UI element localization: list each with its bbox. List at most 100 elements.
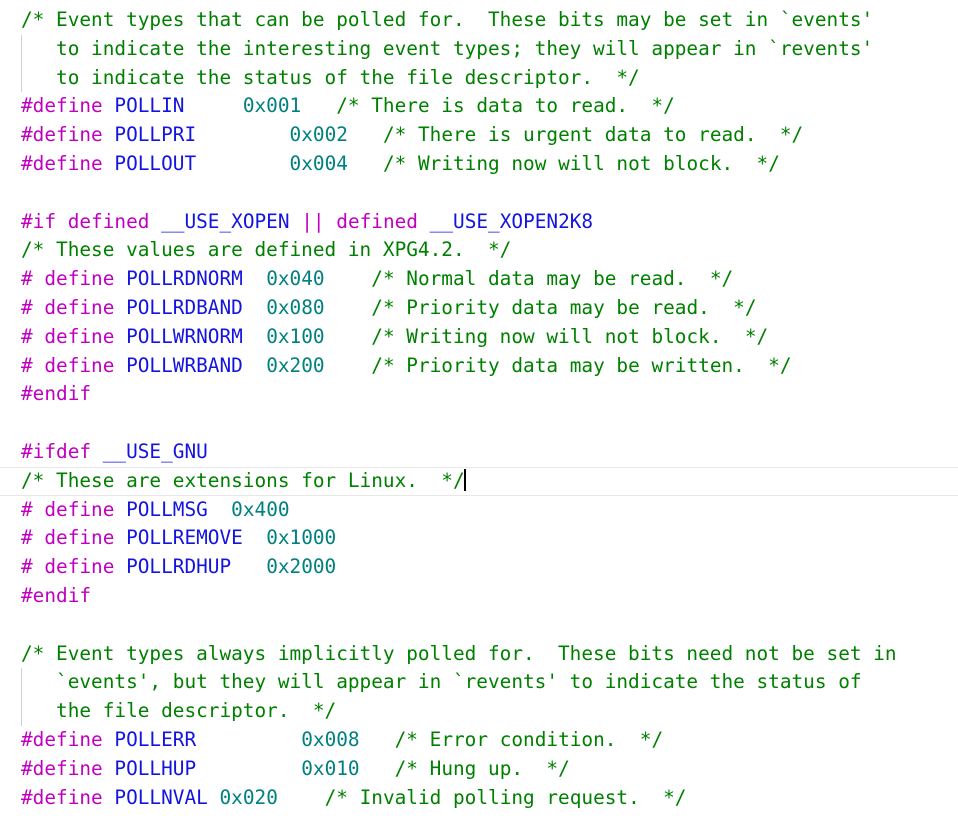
identifier-token: POLLPRI — [114, 123, 197, 147]
operator-token: || — [301, 209, 325, 233]
preprocessor-token: # define — [21, 267, 127, 291]
code-line[interactable]: # define POLLRDNORM 0x040 /* Normal data… — [0, 265, 958, 294]
identifier-token: POLLOUT — [114, 151, 197, 175]
number-token: 0x010 — [301, 756, 360, 780]
comment-token: /* Event types that can be polled for. T… — [21, 8, 874, 31]
preprocessor-token: #define — [21, 151, 115, 175]
preprocessor-token: #define — [21, 94, 115, 118]
preprocessor-token: # define — [21, 555, 127, 579]
code-line[interactable]: #if defined __USE_XOPEN || defined __USE… — [0, 208, 958, 237]
comment-token: /* Hung up. */ — [394, 756, 570, 780]
preprocessor-token: #define — [21, 785, 115, 809]
code-line[interactable]: # define POLLWRBAND 0x200 /* Priority da… — [0, 352, 958, 381]
code-line[interactable]: # define POLLRDBAND 0x080 /* Priority da… — [0, 294, 958, 323]
identifier-token: POLLWRNORM — [126, 324, 243, 348]
comment-token: /* These are extensions for Linux. */ — [21, 468, 465, 492]
code-line[interactable]: #endif — [0, 582, 958, 611]
number-token: 0x040 — [266, 267, 325, 291]
number-token: 0x1000 — [266, 526, 337, 550]
code-line[interactable]: #define POLLOUT 0x004 /* Writing now wil… — [0, 150, 958, 179]
code-line[interactable]: to indicate the interesting event types;… — [0, 34, 958, 64]
preprocessor-token: defined — [67, 209, 162, 233]
identifier-token: POLLWRBAND — [126, 353, 243, 377]
code-line[interactable]: #ifdef __USE_GNU — [0, 438, 958, 467]
code-line[interactable]: /* Event types that can be polled for. T… — [0, 6, 958, 35]
number-token: 0x008 — [301, 727, 360, 751]
code-line[interactable]: /* Event types always implicitly polled … — [0, 640, 958, 669]
code-line[interactable]: # define POLLMSG 0x400 — [0, 496, 958, 525]
code-line[interactable]: #define POLLIN 0x001 /* There is data to… — [0, 92, 958, 121]
number-token: 0x001 — [242, 94, 302, 118]
comment-token: /* Priority data may be written. */ — [371, 353, 792, 377]
code-line[interactable]: #endif — [0, 380, 958, 409]
identifier-token: POLLREMOVE — [126, 526, 243, 550]
comment-token: /* Invalid polling request. */ — [324, 785, 687, 809]
comment-token: /* These values are defined in XPG4.2. *… — [21, 238, 512, 262]
comment-token: /* Priority data may be read. */ — [371, 295, 757, 319]
identifier-token: POLLRDHUP — [126, 555, 232, 579]
comment-token: /* Error condition. */ — [394, 727, 664, 751]
preprocessor-token: #if — [21, 209, 68, 233]
code-line[interactable]: `events', but they will appear in `reven… — [0, 668, 958, 697]
code-line[interactable] — [0, 611, 958, 640]
comment-token: /* Writing now will not block. */ — [371, 324, 769, 348]
identifier-token: POLLNVAL — [114, 785, 208, 809]
number-token: 0x002 — [289, 123, 348, 147]
preprocessor-token: # define — [21, 497, 127, 521]
preprocessor-token: # define — [21, 324, 127, 348]
identifier-token: POLLRDBAND — [126, 295, 243, 319]
code-line[interactable]: # define POLLRDHUP 0x2000 — [0, 553, 958, 582]
code-line[interactable]: /* These values are defined in XPG4.2. *… — [0, 236, 958, 265]
identifier-token: POLLERR — [114, 727, 197, 751]
code-line[interactable]: #define POLLNVAL 0x020 /* Invalid pollin… — [0, 784, 958, 813]
comment-token: /* There is data to read. */ — [336, 94, 675, 118]
number-token: 0x004 — [289, 151, 348, 175]
number-token: 0x100 — [266, 324, 325, 348]
identifier-token: POLLHUP — [114, 756, 197, 780]
preprocessor-token: #define — [21, 756, 115, 780]
comment-token: to indicate the status of the file descr… — [21, 65, 640, 89]
number-token: 0x080 — [266, 295, 325, 319]
code-line-current[interactable]: /* These are extensions for Linux. */ — [0, 466, 958, 496]
identifier-token: POLLRDNORM — [126, 267, 243, 291]
code-line[interactable] — [0, 409, 958, 438]
code-editor-surface[interactable]: /* Event types that can be polled for. T… — [0, 0, 958, 824]
preprocessor-token: defined — [336, 209, 430, 233]
code-lines-container[interactable]: /* Event types that can be polled for. T… — [0, 6, 958, 812]
code-line[interactable]: to indicate the status of the file descr… — [0, 63, 958, 93]
code-line[interactable]: # define POLLWRNORM 0x100 /* Writing now… — [0, 323, 958, 352]
code-line[interactable]: #define POLLERR 0x008 /* Error condition… — [0, 726, 958, 755]
code-line[interactable]: # define POLLREMOVE 0x1000 — [0, 524, 958, 553]
code-line[interactable]: #define POLLHUP 0x010 /* Hung up. */ — [0, 755, 958, 784]
preprocessor-token: # define — [21, 353, 127, 377]
preprocessor-token: #endif — [21, 583, 92, 607]
preprocessor-token: #define — [21, 727, 115, 751]
code-line[interactable]: the file descriptor. */ — [0, 697, 958, 726]
number-token: 0x400 — [231, 497, 290, 521]
comment-token: /* Event types always implicitly polled … — [21, 641, 897, 665]
code-line[interactable]: #define POLLPRI 0x002 /* There is urgent… — [0, 121, 958, 150]
preprocessor-token: # define — [21, 526, 127, 550]
code-line[interactable] — [0, 179, 958, 208]
preprocessor-token: #define — [21, 123, 115, 147]
number-token: 0x020 — [219, 785, 278, 809]
comment-token: to indicate the interesting event types;… — [21, 36, 874, 60]
